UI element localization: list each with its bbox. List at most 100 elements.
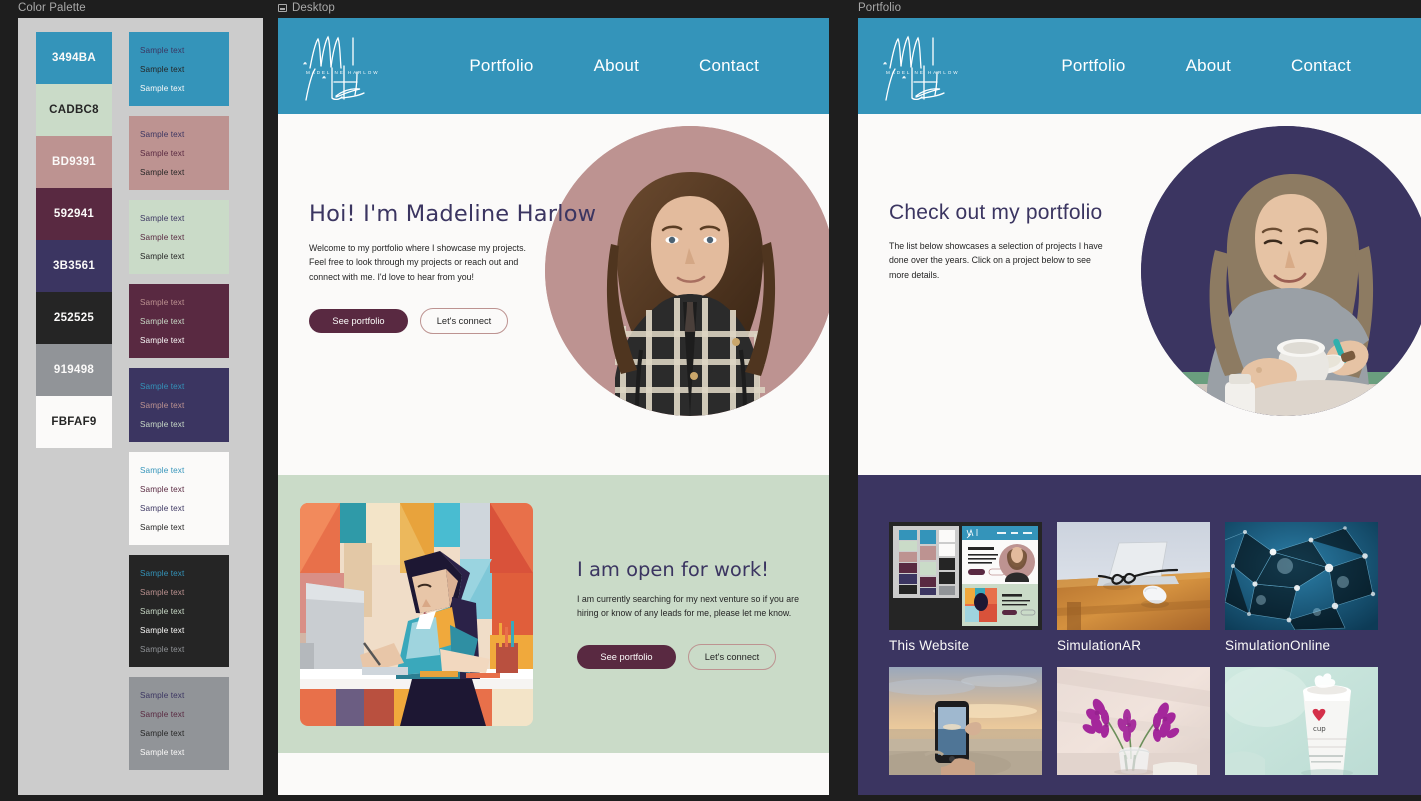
color-swatch: 3494BA [36, 32, 112, 84]
sample-text-box: Sample text Sample text Sample text Sample … [129, 452, 229, 545]
screenshot-stage: Color Palette 3494BA CADBC8 BD9391 592941 3B… [0, 0, 1421, 801]
portfolio-project-card[interactable]: SimulationAR [1057, 522, 1210, 653]
open-for-work-section: I am open for work! I am currently searc… [278, 475, 829, 753]
desktop-icon [278, 4, 287, 12]
project-thumbnail[interactable] [889, 522, 1042, 630]
portfolio-project-card[interactable]: cup [1225, 667, 1378, 783]
work-heading: I am open for work! [577, 557, 769, 581]
bottom-gutter [0, 795, 1421, 801]
color-swatch: 919498 [36, 344, 112, 396]
desktop-navbar: MADELINE HARLOW Portfolio About Contact [278, 18, 829, 114]
sample-text-line: Sample text [140, 84, 185, 93]
sample-text-box: Sample text Sample text Sample text Sample … [129, 555, 229, 667]
desktop-page-frame: MADELINE HARLOW PortfolioAboutContact [278, 18, 829, 795]
sample-text-line: Sample text [140, 691, 185, 700]
portfolio-page-frame: MADELINE HARLOW PortfolioAboutContact [858, 18, 1421, 795]
sample-text-line: Sample text [140, 466, 185, 475]
work-body-text: I am currently searching for my next ven… [577, 593, 799, 618]
portfolio-heading: Check out my portfolio [889, 201, 1103, 224]
portfolio-project-card[interactable] [889, 667, 1042, 783]
portfolio-projects-section: This Website SimulationAR SimulationOnli… [858, 475, 1421, 795]
sample-text-line: Sample text [140, 149, 185, 158]
sample-text-box: Sample text Sample text Sample text [129, 200, 229, 274]
project-label: SimulationOnline [1225, 638, 1331, 653]
portfolio-logo-signature-icon[interactable]: MADELINE HARLOW [876, 26, 988, 106]
sample-text-column: Sample text Sample text Sample text Sample … [129, 32, 229, 780]
svg-text:cup: cup [1313, 725, 1326, 733]
color-palette-frame: 3494BA CADBC8 BD9391 592941 3B3561 252525 9194… [18, 18, 263, 795]
nav-link-portfolio[interactable]: Portfolio [1031, 56, 1155, 76]
portfolio-logo-wordmark: MADELINE HARLOW [886, 70, 960, 75]
see-portfolio-button[interactable]: See portfolio [309, 308, 408, 333]
logo-signature-icon[interactable]: MADELINE HARLOW [296, 26, 408, 106]
sample-text-box: Sample text Sample text Sample text [129, 284, 229, 358]
color-swatch: 3B3561 [36, 240, 112, 292]
portfolio-nav-links: Portfolio About Contact [1031, 56, 1421, 76]
sample-text-line: Sample text [140, 252, 185, 261]
nav-link-contact[interactable]: Contact [1261, 56, 1381, 76]
sample-text-line: Sample text [140, 748, 185, 757]
project-label: This Website [889, 638, 970, 653]
project-thumbnail[interactable] [1057, 522, 1210, 630]
project-thumbnail[interactable]: cup [1225, 667, 1378, 775]
sample-text-line: Sample text [140, 130, 185, 139]
sample-text-line: Sample text [140, 569, 185, 578]
portfolio-project-card[interactable]: This Website [889, 522, 1042, 653]
sample-text-line: Sample text [140, 729, 185, 738]
sample-text-line: Sample text [140, 65, 185, 74]
sample-text-line: Sample text [140, 420, 185, 429]
palette-frame-title: Color Palette [18, 2, 86, 14]
sample-text-box: Sample text Sample text Sample text [129, 32, 229, 106]
work-button-row: See portfolio Let's connect [577, 644, 811, 671]
work-lets-connect-button[interactable]: Let's connect [688, 644, 776, 671]
portfolio-title-label: Portfolio [858, 2, 902, 14]
sample-text-line: Sample text [140, 645, 185, 654]
sample-text-line: Sample text [140, 626, 185, 635]
nav-link-about[interactable]: About [1156, 56, 1261, 76]
sample-text-line: Sample text [140, 46, 185, 55]
nav-link-about[interactable]: About [564, 56, 669, 76]
sample-text-line: Sample text [140, 710, 185, 719]
sample-text-line: Sample text [140, 298, 185, 307]
portfolio-project-card[interactable] [1057, 667, 1210, 783]
project-label: SimulationAR [1057, 638, 1142, 653]
logo-wordmark: MADELINE HARLOW [306, 70, 380, 75]
hero-portrait-photo [545, 126, 829, 416]
portfolio-hero-photo [1141, 126, 1421, 416]
lets-connect-button[interactable]: Let's connect [420, 307, 508, 334]
project-thumbnail[interactable] [1057, 667, 1210, 775]
sample-text-line: Sample text [140, 336, 185, 345]
sample-text-line: Sample text [140, 401, 185, 410]
sample-text-box: Sample text Sample text Sample text Sample … [129, 677, 229, 770]
work-copy: I am open for work! I am currently searc… [577, 558, 811, 671]
sample-text-line: Sample text [140, 317, 185, 326]
color-swatch: BD9391 [36, 136, 112, 188]
sample-text-box: Sample text Sample text Sample text [129, 368, 229, 442]
desktop-footer-space [278, 753, 829, 795]
portfolio-project-card[interactable]: SimulationOnline [1225, 522, 1378, 653]
color-swatch: 592941 [36, 188, 112, 240]
sample-text-line: Sample text [140, 607, 185, 616]
sample-text-line: Sample text [140, 214, 185, 223]
project-thumbnail[interactable] [889, 667, 1042, 775]
palette-title-label: Color Palette [18, 2, 86, 14]
nav-link-portfolio[interactable]: Portfolio [439, 56, 563, 76]
sample-text-line: Sample text [140, 504, 185, 513]
work-see-portfolio-button[interactable]: See portfolio [577, 645, 676, 670]
sample-text-line: Sample text [140, 233, 185, 242]
desktop-nav-links: Portfolio About Contact [439, 56, 829, 76]
sample-text-line: Sample text [140, 485, 185, 494]
color-swatch: 252525 [36, 292, 112, 344]
nav-link-contact[interactable]: Contact [669, 56, 789, 76]
color-swatch: FBFAF9 [36, 396, 112, 448]
portfolio-hero-copy: Check out my portfolio The list below sh… [889, 201, 1129, 282]
sample-text-line: Sample text [140, 588, 185, 597]
portfolio-project-grid: This Website SimulationAR SimulationOnli… [889, 522, 1421, 783]
hero-body-text: Welcome to my portfolio where I showcase… [309, 243, 526, 282]
desktop-hero-section: Hoi! I'm Madeline Harlow Welcome to my p… [278, 114, 829, 475]
portfolio-hero-section: Check out my portfolio The list below sh… [858, 114, 1421, 475]
sample-text-line: Sample text [140, 168, 185, 177]
desktop-title-label: Desktop [292, 2, 335, 14]
sample-text-line: Sample text [140, 382, 185, 391]
project-thumbnail[interactable] [1225, 522, 1378, 630]
